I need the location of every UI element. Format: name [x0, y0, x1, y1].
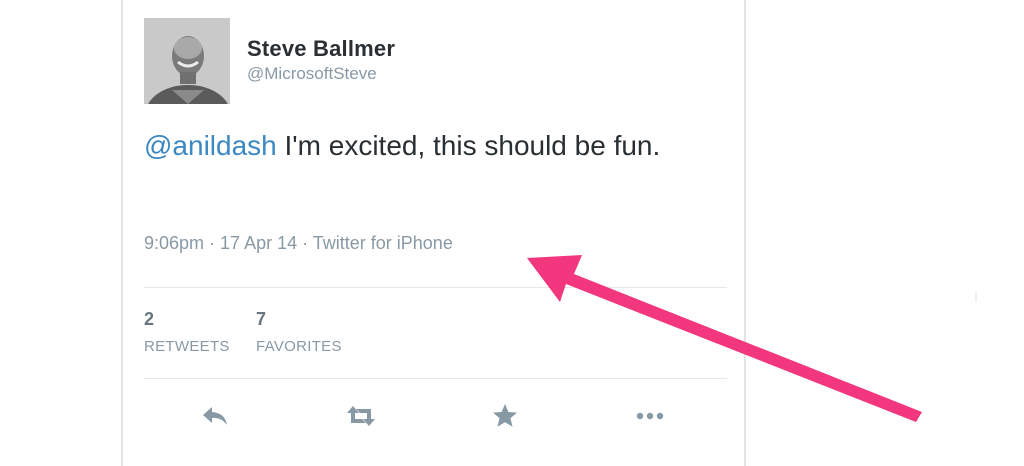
avatar[interactable]: [144, 18, 230, 104]
divider: [144, 287, 727, 288]
mention-link[interactable]: @anildash: [144, 130, 277, 161]
retweet-icon: [347, 406, 375, 426]
tweet-body: I'm excited, this should be fun.: [276, 130, 661, 161]
favorites-stat[interactable]: 7 FAVORITES: [256, 309, 342, 355]
more-button[interactable]: [630, 398, 670, 434]
tweet-card: Steve Ballmer @MicrosoftSteve @anildash …: [121, 0, 746, 466]
author-name[interactable]: Steve Ballmer: [247, 36, 395, 62]
favorites-label: FAVORITES: [256, 338, 342, 355]
favorite-button[interactable]: [485, 398, 525, 434]
retweets-label: RETWEETS: [144, 338, 230, 355]
retweets-count: 2: [144, 309, 155, 329]
favorite-star-icon: [493, 404, 517, 427]
author-handle[interactable]: @MicrosoftSteve: [247, 64, 377, 84]
divider: [975, 292, 977, 302]
retweets-stat[interactable]: 2 RETWEETS: [144, 309, 230, 355]
reply-icon: [203, 407, 227, 425]
reply-button[interactable]: [195, 398, 235, 434]
avatar-photo: [144, 18, 230, 104]
divider: [144, 378, 727, 379]
retweet-button[interactable]: [341, 398, 381, 434]
favorites-count: 7: [256, 309, 267, 329]
more-ellipsis-icon: [636, 412, 664, 420]
tweet-meta[interactable]: 9:06pm · 17 Apr 14 · Twitter for iPhone: [144, 233, 453, 254]
tweet-text: @anildash I'm excited, this should be fu…: [144, 125, 714, 167]
